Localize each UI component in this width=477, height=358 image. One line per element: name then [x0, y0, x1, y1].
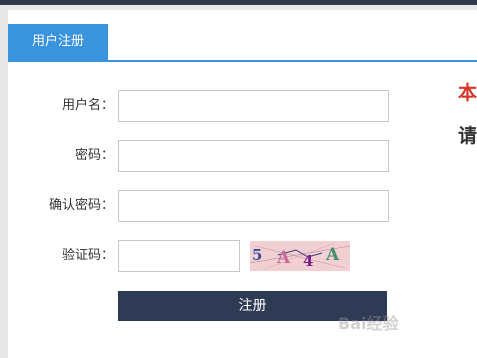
username-label: 用户名： [61, 98, 114, 113]
captcha-char-3: 4 [303, 252, 313, 270]
captcha-input[interactable] [118, 240, 240, 272]
register-button[interactable]: 注册 [118, 291, 387, 321]
captcha-char-1: 5 [252, 246, 262, 264]
captcha-image[interactable]: 5 A 4 A [250, 241, 350, 271]
side-notice-dark: 请 [458, 125, 477, 147]
tab-bar: 用户注册 [8, 24, 477, 62]
confirm-password-label: 确认密码： [48, 198, 114, 213]
password-label: 密码： [74, 148, 114, 163]
captcha-char-4: A [325, 245, 340, 265]
confirm-password-input[interactable] [118, 190, 389, 222]
captcha-label: 验证码： [61, 248, 114, 263]
tab-register[interactable]: 用户注册 [8, 24, 108, 60]
password-input[interactable] [118, 140, 389, 172]
top-strip [0, 0, 477, 5]
captcha-char-2: A [276, 248, 291, 268]
username-input[interactable] [118, 90, 389, 122]
register-panel: 用户注册 用户名： 密码： 确认密码： 验证码： 5 A 4 A 注册 本 请 … [8, 10, 477, 358]
side-notice-red: 本 [458, 82, 477, 104]
